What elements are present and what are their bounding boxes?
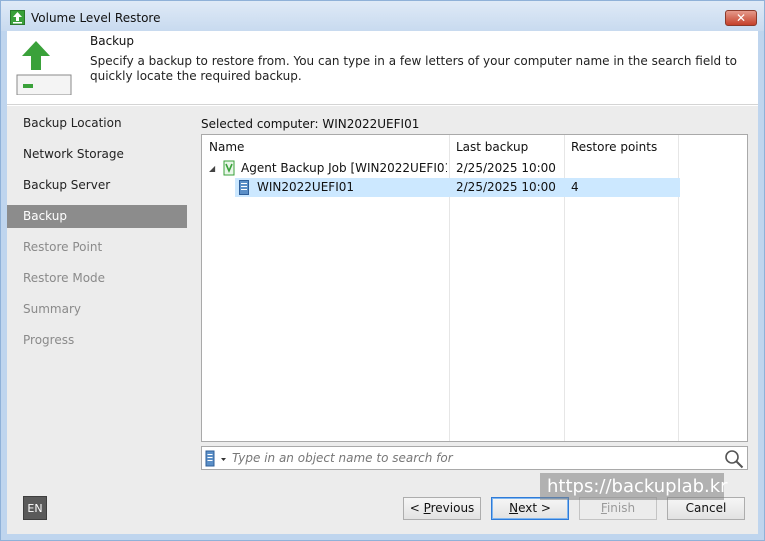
column-header-restore-points[interactable]: Restore points bbox=[571, 140, 657, 154]
step-backup-server[interactable]: Backup Server bbox=[7, 174, 187, 197]
finish-button: Finish bbox=[579, 497, 657, 520]
wizard-steps: Backup Location Network Storage Backup S… bbox=[7, 106, 187, 481]
step-backup-location[interactable]: Backup Location bbox=[7, 112, 187, 135]
computer-last-backup: 2/25/2025 10:00 P... bbox=[456, 180, 560, 194]
previous-label: revious bbox=[430, 501, 475, 515]
computer-name: WIN2022UEFI01 bbox=[257, 180, 354, 194]
server-icon bbox=[239, 180, 249, 195]
close-icon: ✕ bbox=[735, 11, 747, 25]
magnifier-icon[interactable] bbox=[724, 449, 744, 469]
title-bar[interactable]: Volume Level Restore ✕ bbox=[1, 1, 764, 31]
search-input[interactable] bbox=[232, 449, 712, 467]
collapse-triangle-icon[interactable]: ◢ bbox=[209, 159, 215, 178]
grid-header: Name Last backup Restore points bbox=[202, 135, 747, 157]
previous-button[interactable]: < Previous bbox=[403, 497, 481, 520]
restore-app-icon bbox=[10, 10, 25, 25]
volume-restore-icon bbox=[16, 41, 72, 95]
page-description: Specify a backup to restore from. You ca… bbox=[90, 54, 738, 83]
next-button[interactable]: Next > bbox=[491, 497, 569, 520]
finish-label: inish bbox=[606, 501, 636, 515]
job-last-backup: 2/25/2025 10:00 P... bbox=[456, 161, 560, 175]
next-label: ext > bbox=[518, 501, 551, 515]
wizard-body: Backup Specify a backup to restore from.… bbox=[7, 31, 758, 534]
previous-accesskey: P bbox=[423, 501, 431, 515]
step-restore-point: Restore Point bbox=[23, 240, 103, 254]
volume-level-restore-window: Volume Level Restore ✕ Backup Specify a … bbox=[0, 0, 765, 541]
previous-prefix: < bbox=[409, 501, 424, 515]
step-network-storage[interactable]: Network Storage bbox=[7, 143, 187, 166]
selected-computer-label: Selected computer: WIN2022UEFI01 bbox=[201, 117, 420, 131]
watermark-text: https://backuplab.kr bbox=[540, 473, 728, 500]
search-type-dropdown[interactable] bbox=[204, 450, 230, 467]
next-accesskey: N bbox=[509, 501, 519, 515]
step-restore-mode: Restore Mode bbox=[23, 271, 106, 285]
table-row-backup-job[interactable]: ◢ Agent Backup Job [WIN2022UEFI01] -... … bbox=[202, 159, 747, 178]
job-name: Agent Backup Job [WIN2022UEFI01] -... bbox=[241, 161, 447, 175]
step-backup[interactable]: Backup bbox=[7, 205, 187, 228]
column-header-last-backup[interactable]: Last backup bbox=[456, 140, 528, 154]
column-header-name[interactable]: Name bbox=[209, 140, 244, 154]
close-button[interactable]: ✕ bbox=[725, 10, 757, 26]
window-title: Volume Level Restore bbox=[31, 11, 161, 25]
backup-job-icon bbox=[223, 160, 235, 176]
backup-selection-panel: Selected computer: WIN2022UEFI01 Name La… bbox=[187, 106, 758, 481]
computer-restore-points: 4 bbox=[571, 180, 579, 194]
backup-grid[interactable]: Name Last backup Restore points ◢ Agent … bbox=[201, 134, 748, 442]
language-indicator[interactable]: EN bbox=[23, 496, 47, 520]
search-bar bbox=[201, 446, 748, 470]
step-progress: Progress bbox=[23, 333, 75, 347]
page-title: Backup bbox=[90, 34, 134, 48]
wizard-header: Backup Specify a backup to restore from.… bbox=[7, 31, 758, 105]
step-summary: Summary bbox=[23, 302, 81, 316]
cancel-button[interactable]: Cancel bbox=[667, 497, 745, 520]
table-row-computer[interactable]: WIN2022UEFI01 2/25/2025 10:00 P... 4 bbox=[235, 178, 680, 197]
